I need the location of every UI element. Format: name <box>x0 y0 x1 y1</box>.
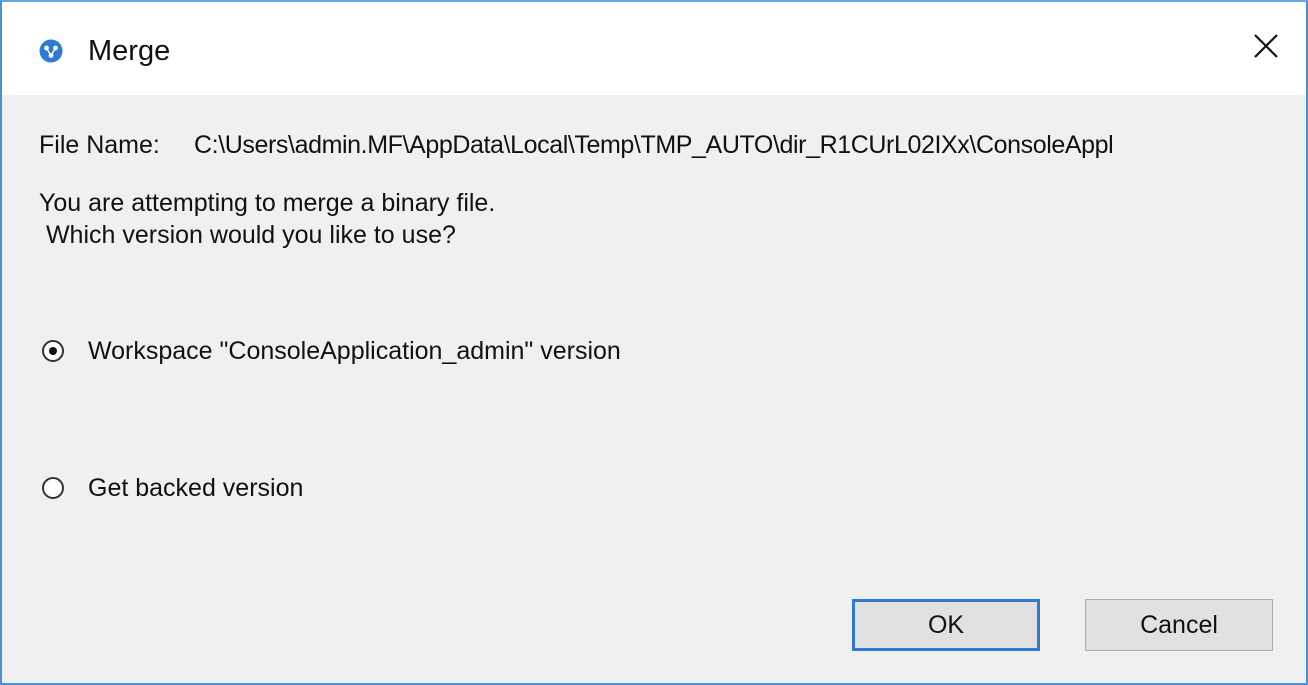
backed-version-radio[interactable] <box>42 477 64 499</box>
file-path-value: C:\Users\admin.MF\AppData\Local\Temp\TMP… <box>194 131 1114 159</box>
workspace-version-radio[interactable] <box>42 340 64 362</box>
file-name-label: File Name: <box>39 131 160 159</box>
ok-button[interactable]: OK <box>852 599 1040 651</box>
file-name-row: File Name: C:\Users\admin.MF\AppData\Loca… <box>39 129 1114 161</box>
close-button[interactable] <box>1226 2 1306 95</box>
title-bar: Merge <box>2 2 1306 95</box>
merge-dialog: Merge File Name: C:\Users\admin.MF\AppDat… <box>0 0 1308 685</box>
message-line-1: You are attempting to merge a binary fil… <box>39 189 496 217</box>
backed-version-label[interactable]: Get backed version <box>88 474 303 503</box>
workspace-version-label[interactable]: Workspace "ConsoleApplication_admin" ver… <box>88 337 621 366</box>
option-workspace-version[interactable]: Workspace "ConsoleApplication_admin" ver… <box>42 331 621 371</box>
option-backed-version[interactable]: Get backed version <box>42 468 303 508</box>
close-icon[interactable] <box>1253 33 1279 64</box>
dialog-title: Merge <box>88 35 171 67</box>
dialog-body: File Name: C:\Users\admin.MF\AppData\Loca… <box>2 95 1306 683</box>
merge-app-icon <box>39 39 63 63</box>
cancel-button[interactable]: Cancel <box>1085 599 1273 651</box>
message-line-2: Which version would you like to use? <box>39 221 456 249</box>
